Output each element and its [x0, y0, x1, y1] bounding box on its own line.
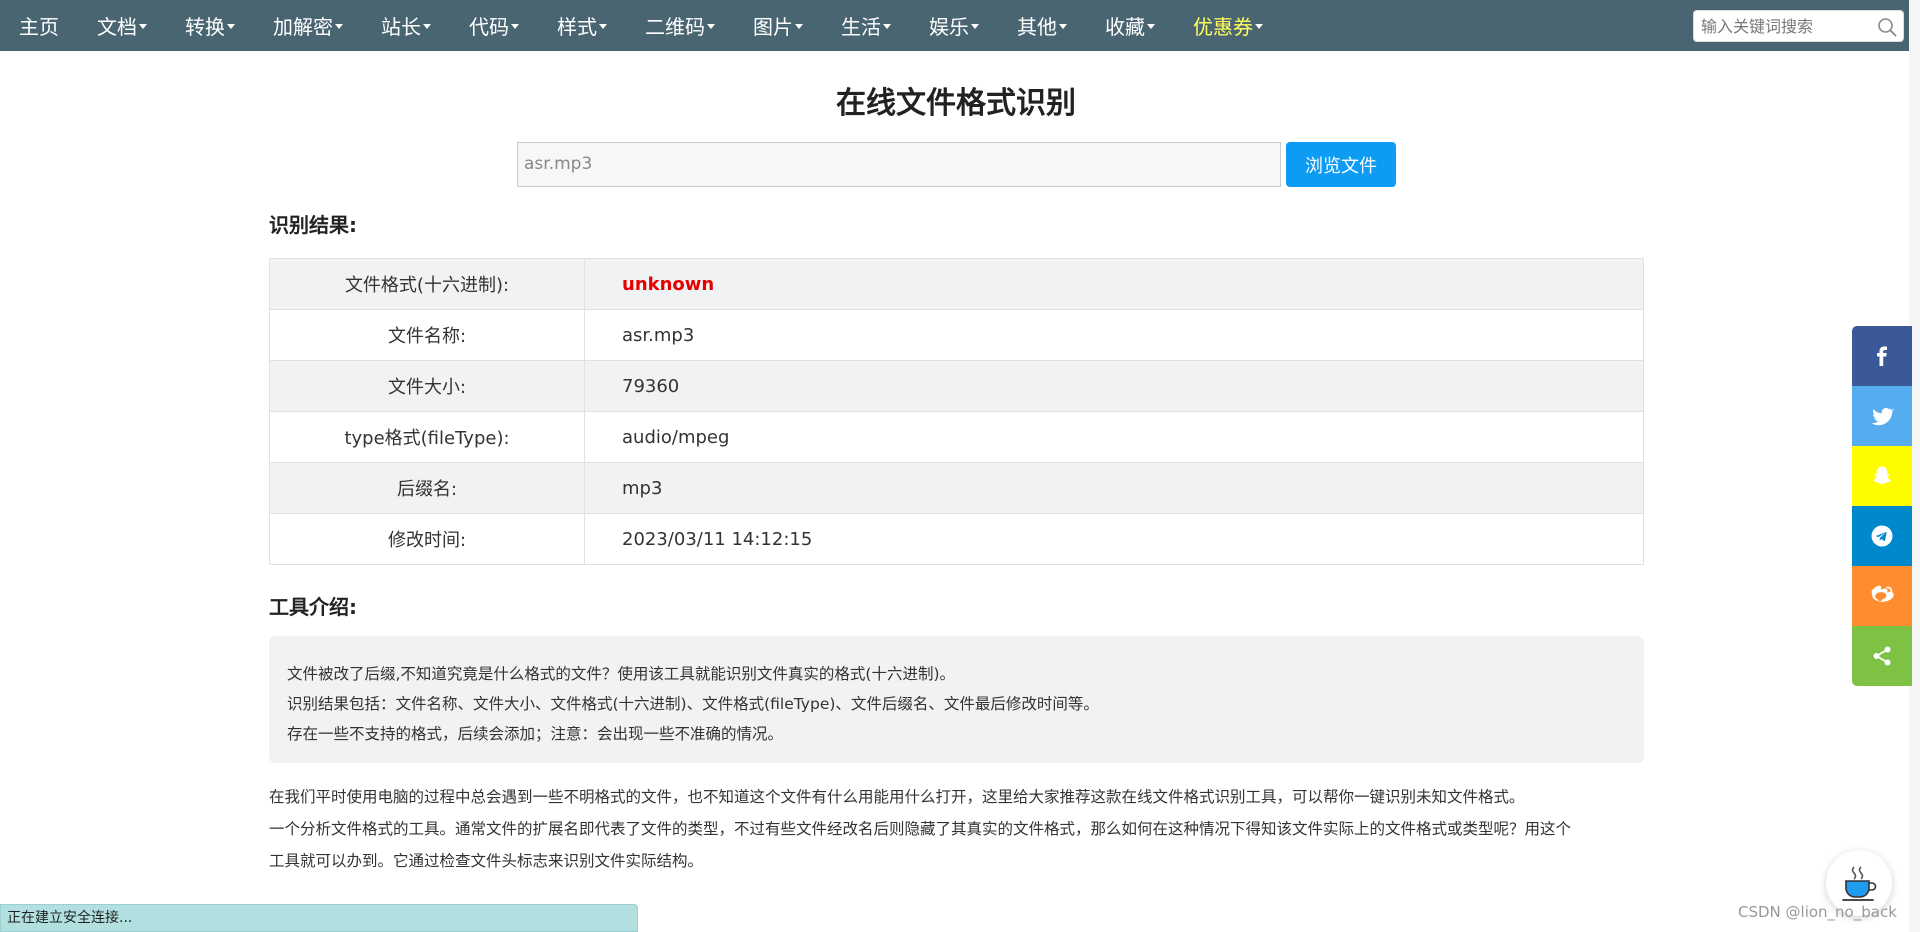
caret-down-icon	[335, 24, 343, 29]
result-key: 后缀名:	[269, 462, 585, 514]
caret-down-icon	[795, 24, 803, 29]
result-key: 文件大小:	[269, 360, 585, 412]
nav-item[interactable]: 优惠券	[1174, 0, 1282, 51]
table-row: type格式(fileType): audio/mpeg	[269, 411, 1644, 463]
nav-item-label: 图片	[753, 15, 793, 39]
intro-line: 文件被改了后缀,不知道究竟是什么格式的文件？使用该工具就能识别文件真实的格式(十…	[287, 665, 956, 683]
search-box[interactable]	[1693, 10, 1904, 42]
table-row: 文件格式(十六进制): unknown	[269, 258, 1644, 310]
description-line: 一个分析文件格式的工具。通常文件的扩展名即代表了文件的类型，不过有些文件经改名后…	[269, 820, 1572, 838]
weibo-icon	[1871, 585, 1894, 602]
caret-down-icon	[227, 24, 235, 29]
top-navbar: 主页 文档 转换 加解密 站长 代码 样式 二维码 图片 生活 娱乐 其他 收藏 优惠券	[0, 0, 1909, 51]
file-picker: asr.mp3 浏览文件	[517, 142, 1396, 187]
nav-item-label: 样式	[557, 15, 597, 39]
nav-item[interactable]: 其他	[998, 0, 1086, 51]
telegram-share-button[interactable]	[1852, 506, 1912, 566]
caret-down-icon	[883, 24, 891, 29]
nav-item-label: 二维码	[645, 15, 705, 39]
caret-down-icon	[139, 24, 147, 29]
snapchat-icon	[1872, 466, 1892, 485]
caret-down-icon	[707, 24, 715, 29]
nav-item-label: 优惠券	[1193, 15, 1253, 39]
result-key: 文件名称:	[269, 309, 585, 361]
nav-item-label: 收藏	[1105, 15, 1145, 39]
result-key: type格式(fileType):	[269, 411, 585, 463]
caret-down-icon	[1255, 24, 1263, 29]
share-bar	[1852, 326, 1912, 686]
coffee-cup-icon	[1842, 866, 1877, 901]
nav-item-label: 主页	[19, 15, 59, 39]
result-value: 2023/03/11 14:12:15	[584, 513, 1644, 565]
status-bar: 正在建立安全连接...	[0, 904, 638, 932]
description: 在我们平时使用电脑的过程中总会遇到一些不明格式的文件，也不知道这个文件有什么用能…	[269, 781, 1644, 877]
nav-item[interactable]: 主页	[0, 0, 78, 51]
nav-item[interactable]: 娱乐	[910, 0, 998, 51]
caret-down-icon	[1059, 24, 1067, 29]
result-value: mp3	[584, 462, 1644, 514]
nav-item-label: 生活	[841, 15, 881, 39]
description-line: 在我们平时使用电脑的过程中总会遇到一些不明格式的文件，也不知道这个文件有什么用能…	[269, 788, 1525, 806]
nav-item-label: 娱乐	[929, 15, 969, 39]
caret-down-icon	[599, 24, 607, 29]
caret-down-icon	[971, 24, 979, 29]
twitter-icon	[1871, 407, 1894, 426]
result-key: 修改时间:	[269, 513, 585, 565]
search-input[interactable]	[1694, 11, 1864, 41]
nav-item-label: 文档	[97, 15, 137, 39]
snapchat-share-button[interactable]	[1852, 446, 1912, 506]
watermark: CSDN @lion_no_back	[1738, 903, 1897, 921]
nav-item-label: 转换	[185, 15, 225, 39]
facebook-share-button[interactable]	[1852, 326, 1912, 386]
nav-item[interactable]: 生活	[822, 0, 910, 51]
nav-item[interactable]: 站长	[362, 0, 450, 51]
table-row: 文件名称: asr.mp3	[269, 309, 1644, 361]
nav-item-label: 加解密	[273, 15, 333, 39]
page-title: 在线文件格式识别	[836, 86, 1076, 121]
result-value: audio/mpeg	[584, 411, 1644, 463]
share-icon	[1873, 646, 1891, 666]
nav-item-label: 其他	[1017, 15, 1057, 39]
description-line: 工具就可以办到。它通过检查文件头标志来识别文件实际结构。	[269, 852, 704, 870]
result-value: 79360	[584, 360, 1644, 412]
nav-item[interactable]: 代码	[450, 0, 538, 51]
result-value: unknown	[584, 258, 1644, 310]
result-value: asr.mp3	[584, 309, 1644, 361]
nav-item[interactable]: 样式	[538, 0, 626, 51]
twitter-share-button[interactable]	[1852, 386, 1912, 446]
nav-item[interactable]: 文档	[78, 0, 166, 51]
caret-down-icon	[511, 24, 519, 29]
table-row: 文件大小: 79360	[269, 360, 1644, 412]
nav-item[interactable]: 加解密	[254, 0, 362, 51]
intro-line: 存在一些不支持的格式，后续会添加；注意：会出现一些不准确的情况。	[287, 725, 784, 743]
share-share-button[interactable]	[1852, 626, 1912, 686]
intro-box: 文件被改了后缀,不知道究竟是什么格式的文件？使用该工具就能识别文件真实的格式(十…	[269, 636, 1644, 763]
nav-item[interactable]: 图片	[734, 0, 822, 51]
nav-item[interactable]: 收藏	[1086, 0, 1174, 51]
file-path-field[interactable]: asr.mp3	[517, 142, 1281, 187]
nav-menu: 主页 文档 转换 加解密 站长 代码 样式 二维码 图片 生活 娱乐 其他 收藏 优惠券	[0, 0, 1282, 51]
caret-down-icon	[1147, 24, 1155, 29]
table-row: 后缀名: mp3	[269, 462, 1644, 514]
search-icon[interactable]	[1877, 17, 1897, 37]
intro-heading: 工具介绍:	[269, 595, 357, 619]
caret-down-icon	[423, 24, 431, 29]
nav-item[interactable]: 转换	[166, 0, 254, 51]
intro-line: 识别结果包括：文件名称、文件大小、文件格式(十六进制)、文件格式(fileTyp…	[287, 695, 1099, 713]
result-heading: 识别结果:	[269, 213, 357, 237]
telegram-icon	[1871, 525, 1893, 547]
nav-item-label: 代码	[469, 15, 509, 39]
result-table: 文件格式(十六进制): unknown 文件名称: asr.mp3 文件大小: 79360…	[269, 258, 1644, 565]
browse-file-button[interactable]: 浏览文件	[1286, 142, 1396, 187]
nav-item-label: 站长	[381, 15, 421, 39]
nav-item[interactable]: 二维码	[626, 0, 734, 51]
weibo-share-button[interactable]	[1852, 566, 1912, 626]
facebook-icon	[1877, 346, 1887, 366]
table-row: 修改时间: 2023/03/11 14:12:15	[269, 513, 1644, 565]
result-key: 文件格式(十六进制):	[269, 258, 585, 310]
